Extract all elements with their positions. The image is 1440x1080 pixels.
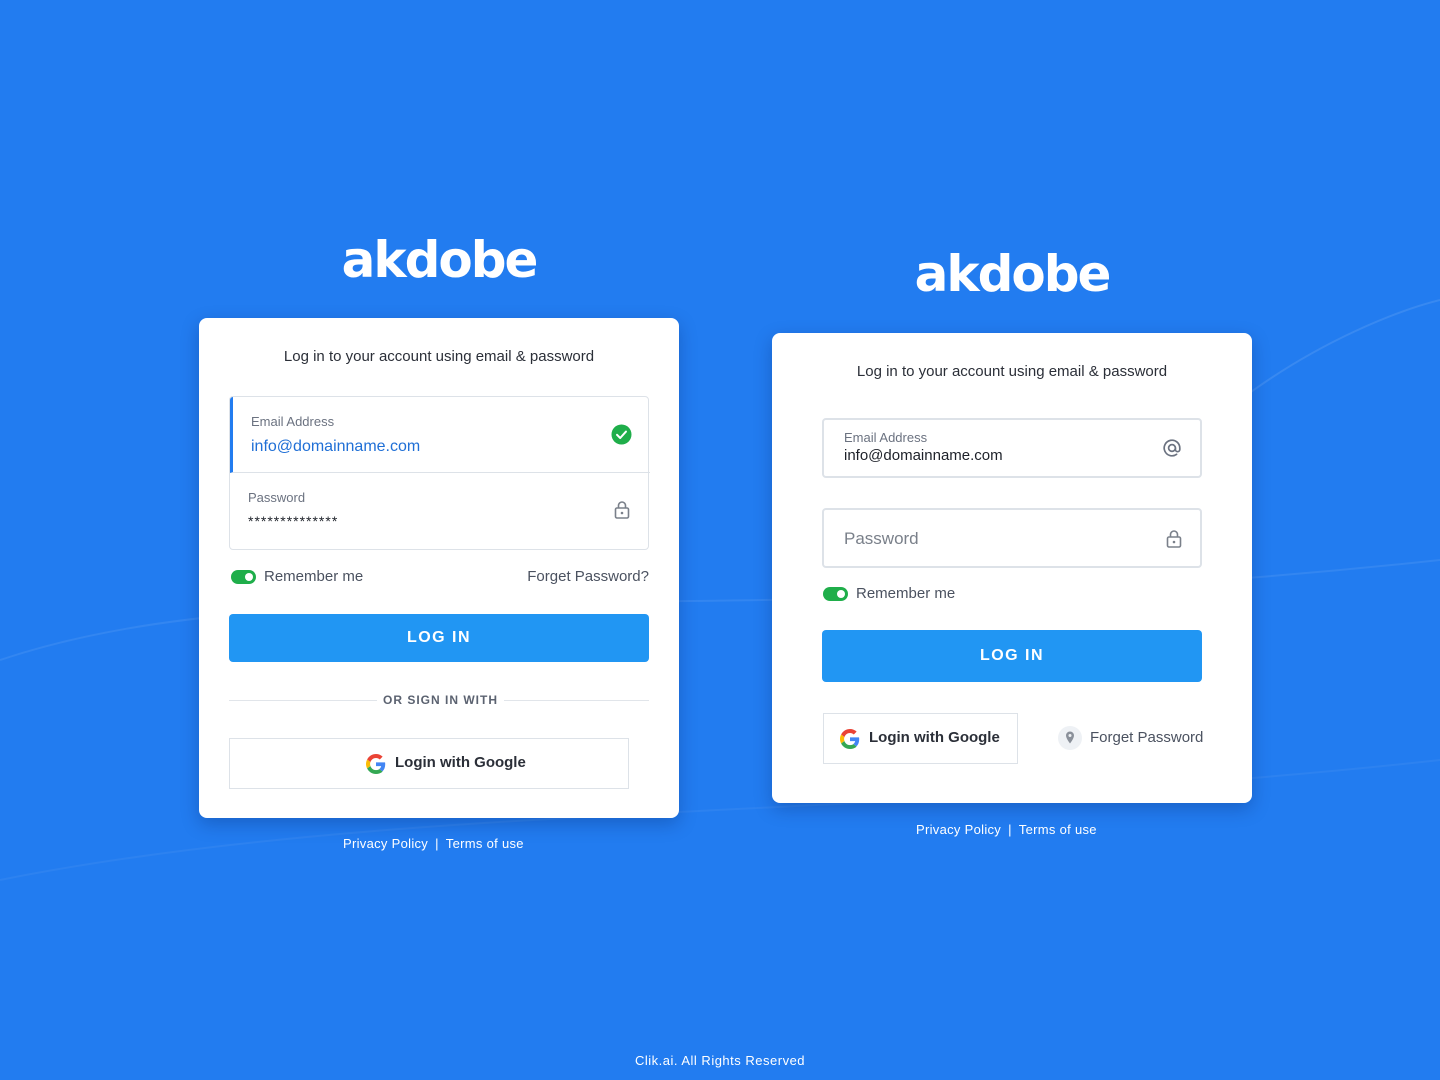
footer-links-right: Privacy Policy | Terms of use	[916, 822, 1097, 837]
terms-of-use-link[interactable]: Terms of use	[446, 836, 524, 851]
email-value: info@domainname.com	[251, 438, 421, 455]
forgot-password-label: Forget Password	[1090, 729, 1204, 746]
password-value: **************	[248, 513, 339, 529]
remember-me-label: Remember me	[264, 568, 364, 585]
google-login-button[interactable]: Login with Google	[823, 713, 1018, 764]
password-field[interactable]: Password	[822, 508, 1202, 568]
card-subtitle: Log in to your account using email & pas…	[856, 363, 1168, 380]
email-value: info@domainname.com	[844, 447, 1003, 464]
google-login-button[interactable]: Login with Google	[229, 738, 629, 789]
footer-separator: |	[1008, 822, 1012, 837]
brand-logo: akdobe	[914, 245, 1112, 303]
password-placeholder: Password	[844, 529, 919, 548]
brand-logo: akdobe	[341, 231, 539, 289]
google-login-label: Login with Google	[869, 729, 1000, 746]
terms-of-use-link[interactable]: Terms of use	[1019, 822, 1097, 837]
credentials-group: Email Address info@domainname.com Passwo…	[229, 396, 650, 550]
or-sign-in-with-label: OR SIGN IN WITH	[377, 693, 504, 707]
email-field[interactable]: Email Address info@domainname.com	[822, 418, 1202, 478]
footer-links-left: Privacy Policy | Terms of use	[343, 836, 524, 851]
forgot-password-link[interactable]: Forget Password?	[527, 568, 649, 585]
at-sign-icon	[1162, 438, 1182, 463]
login-card-left: Log in to your account using email & pas…	[199, 318, 679, 818]
footer-separator: |	[435, 836, 439, 851]
lock-icon	[1166, 529, 1182, 553]
login-card-right: Log in to your account using email & pas…	[772, 333, 1252, 803]
google-icon	[840, 729, 860, 749]
forgot-password-link[interactable]: Forget Password	[1058, 726, 1228, 750]
privacy-policy-link[interactable]: Privacy Policy	[343, 836, 428, 851]
google-icon	[366, 754, 386, 774]
card-subtitle: Log in to your account using email & pas…	[283, 348, 595, 365]
remember-me-label: Remember me	[856, 585, 956, 602]
remember-me-toggle[interactable]	[823, 587, 848, 601]
remember-me-toggle[interactable]	[231, 570, 256, 584]
password-label: Password	[248, 490, 306, 505]
google-login-label: Login with Google	[395, 754, 526, 771]
email-label: Email Address	[251, 414, 335, 429]
copyright-text: Clik.ai. All Rights Reserved	[634, 1053, 806, 1068]
privacy-policy-link[interactable]: Privacy Policy	[916, 822, 1001, 837]
login-button[interactable]: LOG IN	[229, 614, 649, 662]
password-field[interactable]: Password **************	[230, 473, 650, 549]
login-button[interactable]: LOG IN	[822, 630, 1202, 682]
lock-icon	[614, 500, 630, 524]
location-pin-icon	[1058, 726, 1082, 755]
check-circle-icon	[611, 424, 632, 450]
email-label: Email Address	[844, 430, 928, 445]
email-field[interactable]: Email Address info@domainname.com	[230, 397, 650, 473]
